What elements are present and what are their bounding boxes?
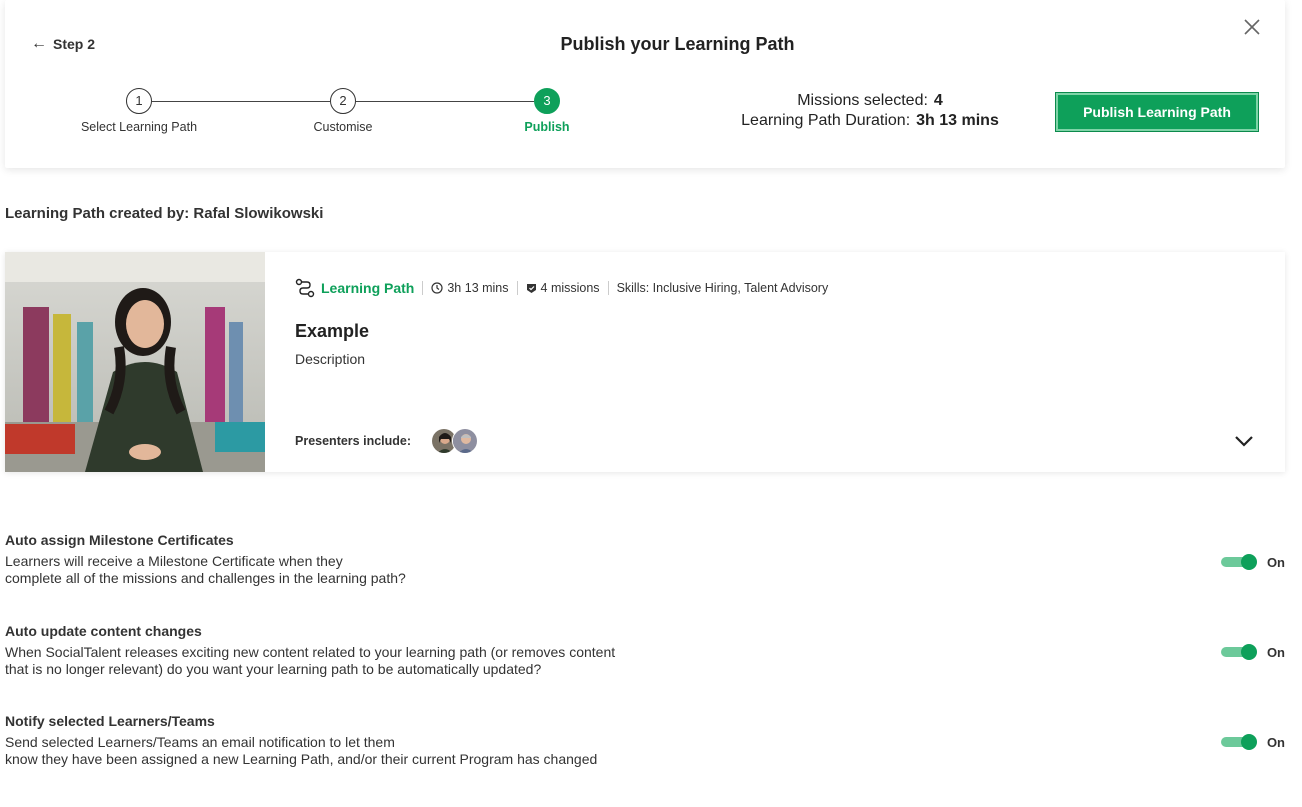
setting-title: Auto update content changes (5, 623, 202, 639)
setting-description-line: complete all of the missions and challen… (5, 570, 406, 586)
presenter-thumbnail (5, 252, 265, 472)
publish-learning-path-button[interactable]: Publish Learning Path (1055, 92, 1259, 132)
step-number: 1 (126, 88, 152, 114)
missions-selected-label: Missions selected: (797, 92, 928, 109)
step-publish: 3 Publish (477, 88, 617, 134)
close-button[interactable] (1241, 16, 1263, 38)
path-summary: Missions selected: 4 Learning Path Durat… (705, 91, 1035, 131)
step-label: Publish (524, 120, 570, 134)
clock-icon (431, 282, 443, 294)
meta-divider (516, 281, 518, 295)
toggle-switch[interactable] (1219, 732, 1257, 752)
duration-value: 3h 13 mins (916, 112, 999, 129)
toggle-state-label: On (1266, 734, 1285, 750)
step-number: 2 (330, 88, 356, 114)
milestone-certificates-toggle[interactable]: On (1219, 552, 1285, 572)
learning-path-description: Description (295, 351, 366, 367)
back-to-step-2-link[interactable]: ← Step 2 (31, 35, 95, 53)
setting-description: When SocialTalent releases exciting new … (5, 644, 1285, 678)
step-select-learning-path: 1 Select Learning Path (69, 88, 209, 134)
missions-icon (526, 283, 537, 294)
meta-divider (607, 281, 609, 295)
toggle-state-label: On (1266, 644, 1285, 660)
card-skills: Skills: Inclusive Hiring, Talent Advisor… (616, 281, 829, 295)
step-label: Customise (313, 120, 373, 134)
setting-notify-learners: Notify selected Learners/Teams Send sele… (5, 713, 1285, 768)
notify-learners-toggle[interactable]: On (1219, 732, 1285, 752)
progress-stepper: 1 Select Learning Path 2 Customise 3 Pub… (69, 88, 589, 138)
step-number: 3 (534, 88, 560, 114)
presenter-avatars (431, 428, 479, 454)
setting-description: Send selected Learners/Teams an email no… (5, 734, 1285, 768)
setting-description-line: know they have been assigned a new Learn… (5, 751, 598, 767)
setting-auto-update-content: Auto update content changes When SocialT… (5, 623, 1285, 678)
presenters-label: Presenters include: (295, 434, 412, 448)
learning-path-meta: Learning Path 3h 13 mins 4 missions Skil… (295, 278, 828, 298)
presenters-row: Presenters include: (295, 428, 479, 454)
meta-divider (422, 281, 424, 295)
back-link-label: Step 2 (53, 36, 96, 52)
toggle-switch[interactable] (1219, 552, 1257, 572)
card-missions-count: 4 missions (540, 281, 600, 295)
auto-update-content-toggle[interactable]: On (1219, 642, 1285, 662)
setting-description-line: When SocialTalent releases exciting new … (5, 644, 616, 660)
setting-milestone-certificates: Auto assign Milestone Certificates Learn… (5, 532, 1285, 587)
setting-description-line: Learners will receive a Milestone Certif… (5, 553, 343, 569)
setting-description-line: Send selected Learners/Teams an email no… (5, 734, 395, 750)
setting-title: Auto assign Milestone Certificates (5, 532, 234, 548)
arrow-left-icon: ← (31, 35, 47, 52)
created-by-heading: Learning Path created by: Rafal Slowikow… (5, 205, 324, 222)
duration-label: Learning Path Duration: (741, 112, 911, 129)
learning-path-type-label: Learning Path (321, 280, 415, 296)
learning-path-icon (295, 278, 315, 298)
toggle-state-label: On (1266, 554, 1285, 570)
step-label: Select Learning Path (80, 120, 198, 134)
page-title: Publish your Learning Path (560, 34, 795, 54)
chevron-down-icon (1235, 436, 1253, 447)
learning-path-title: Example (295, 321, 370, 341)
setting-description: Learners will receive a Milestone Certif… (5, 553, 1285, 587)
close-icon (1244, 19, 1260, 35)
step-customise: 2 Customise (273, 88, 413, 134)
learning-path-card: Learning Path 3h 13 mins 4 missions Skil… (5, 252, 1285, 472)
expand-card-button[interactable] (1233, 430, 1255, 452)
missions-selected-value: 4 (933, 92, 943, 109)
setting-title: Notify selected Learners/Teams (5, 713, 215, 729)
avatar (452, 428, 479, 454)
toggle-switch[interactable] (1219, 642, 1257, 662)
publish-header-card: ← Step 2 Publish your Learning Path 1 Se… (5, 0, 1285, 168)
card-duration: 3h 13 mins (447, 281, 509, 295)
setting-description-line: that is no longer relevant) do you want … (5, 661, 542, 677)
